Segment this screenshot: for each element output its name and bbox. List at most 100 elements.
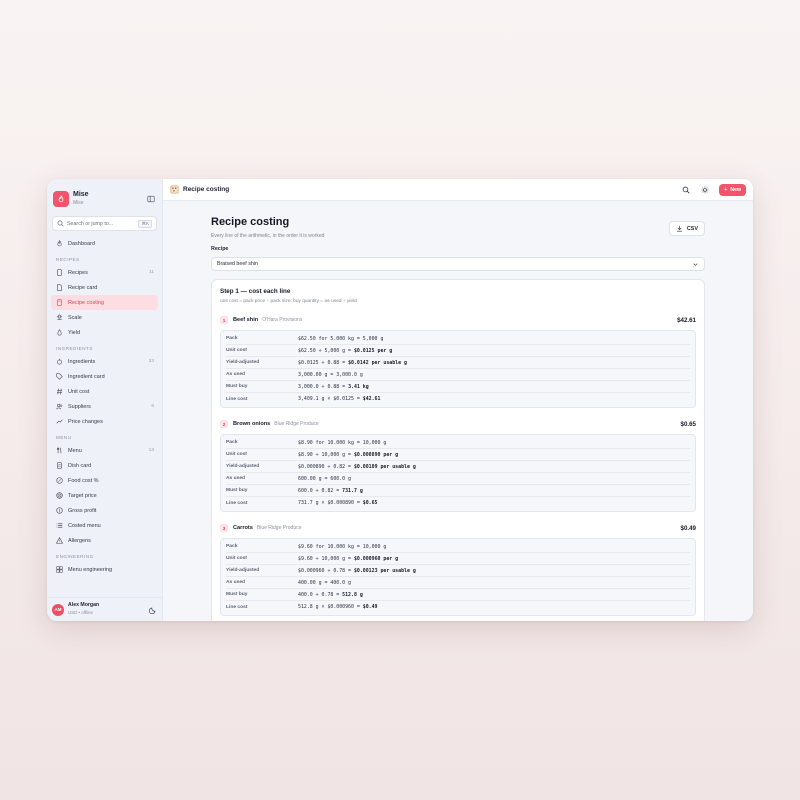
line-number-badge: 1	[220, 316, 228, 324]
search-input[interactable]: Search or jump to... ⌘K	[52, 216, 157, 231]
calc-expression: 512.8 g × $0.000960 = $0.49	[298, 604, 378, 610]
users-icon	[55, 402, 64, 411]
step-card: Step 1 — cost each line unit cost = pack…	[211, 279, 705, 621]
sidebar-item-allergens[interactable]: Allergens	[51, 533, 158, 548]
sidebar-item-costed-menu[interactable]: Costed menu	[51, 518, 158, 533]
sidebar-item-count: 6	[151, 404, 154, 409]
calc-label: As used	[226, 372, 246, 377]
new-button[interactable]: + New	[719, 183, 746, 196]
sidebar-item-target-price[interactable]: Target price	[51, 488, 158, 503]
line-number-badge: 2	[220, 420, 228, 428]
sidebar-item-recipe-costing[interactable]: Recipe costing	[51, 295, 158, 310]
sidebar-item-scale[interactable]: Scale	[51, 310, 158, 325]
calc-label: Pack	[226, 544, 238, 549]
ingredient-line: 2 Brown onions Blue Ridge Produce $0.65 …	[220, 419, 696, 512]
tag-icon	[55, 372, 64, 381]
sidebar-item-ingredient-card[interactable]: Ingredient card	[51, 369, 158, 384]
ingredient-name: Carrots	[233, 525, 253, 531]
calc-label: Pack	[226, 440, 238, 445]
theme-toggle-button[interactable]	[148, 605, 157, 614]
line-total: $0.49	[680, 524, 696, 532]
line-number-badge: 3	[220, 524, 228, 532]
calc-expression: $62.50 ÷ 5,000 g = $0.0125 per g	[298, 347, 393, 354]
search-shortcut: ⌘K	[138, 219, 152, 228]
app-logo[interactable]	[53, 191, 69, 207]
calc-row: As used 3,000.00 g = 3,000.0 g	[226, 369, 690, 381]
csv-export-button[interactable]: CSV	[668, 221, 705, 236]
calc-row: Line cost 512.8 g × $0.000960 = $0.49	[226, 601, 690, 613]
calc-expression: 600.0 ÷ 0.82 = 731.7 g	[298, 487, 363, 494]
calc-row: Yield-adjusted $0.000890 ÷ 0.82 = $0.0010…	[226, 461, 690, 473]
calc-label: As used	[226, 476, 246, 481]
search-button[interactable]	[681, 185, 691, 195]
user-panel[interactable]: AM Alex Morgan USD • offline	[47, 597, 162, 621]
calc-label: Must buy	[226, 488, 248, 493]
recipe-field-label: Recipe	[211, 246, 229, 252]
sidebar-item-label: Recipe card	[68, 284, 98, 291]
recipe-select[interactable]: Braised beef shin	[211, 257, 705, 271]
user-meta: USD • offline	[68, 610, 93, 616]
file-icon	[55, 268, 64, 277]
calc-row: Pack $9.60 for 10.000 kg = 10,000 g	[226, 541, 690, 553]
sidebar-item-label: Allergens	[68, 537, 91, 544]
utensils-icon	[55, 446, 64, 455]
page-header: Recipe costing Every line of the arithme…	[211, 216, 705, 239]
ingredient-name: Beef shin	[233, 317, 259, 323]
sidebar-item-count: 13	[148, 448, 154, 453]
calc-label: Yield-adjusted	[226, 360, 260, 365]
sidebar-item-yield[interactable]: Yield	[51, 325, 158, 340]
supplier-name: Blue Ridge Produce	[274, 421, 319, 427]
page-content: Recipe costing Every line of the arithme…	[163, 201, 753, 621]
sidebar-item-label: Suppliers	[68, 403, 91, 410]
sidebar-item-ingredients[interactable]: Ingredients 33	[51, 354, 158, 369]
sidebar-item-price-changes[interactable]: Price changes	[51, 414, 158, 429]
sidebar-item-count: 11	[149, 270, 154, 275]
calc-expression: $0.000960 ÷ 0.78 = $0.00123 per usable g	[298, 567, 416, 574]
calc-row: Yield-adjusted $0.000960 ÷ 0.78 = $0.0012…	[226, 565, 690, 577]
warning-icon	[55, 536, 64, 545]
calc-row: Yield-adjusted $0.0125 ÷ 0.88 = $0.0142 p…	[226, 357, 690, 369]
calc-expression: $62.50 for 5.000 kg = 5,000 g	[298, 335, 384, 342]
sidebar-item-suppliers[interactable]: Suppliers 6	[51, 399, 158, 414]
calc-label: Yield-adjusted	[226, 568, 260, 573]
sidebar-item-recipe-card[interactable]: Recipe card	[51, 280, 158, 295]
new-button-label: New	[730, 186, 741, 193]
sidebar-item-dashboard[interactable]: Dashboard	[51, 236, 158, 251]
calc-table: Pack $62.50 for 5.000 kg = 5,000 g Unit c…	[220, 330, 696, 408]
percent-icon	[55, 476, 64, 485]
collapse-sidebar-button[interactable]	[146, 194, 156, 204]
calculator-icon	[55, 298, 64, 307]
sidebar-item-dish-card[interactable]: Dish card	[51, 458, 158, 473]
topbar-actions: + New	[681, 183, 746, 196]
calc-label: Unit cost	[226, 556, 247, 561]
calc-expression: $9.60 for 10.000 kg = 10,000 g	[298, 543, 387, 550]
sidebar-item-unit-cost[interactable]: Unit cost	[51, 384, 158, 399]
search-icon	[682, 186, 690, 193]
theme-button[interactable]	[700, 185, 710, 195]
list-icon	[55, 521, 64, 530]
target-icon	[55, 491, 64, 500]
ingredient-line: 3 Carrots Blue Ridge Produce $0.49 Pack $…	[220, 523, 696, 616]
sidebar-item-label: Food cost %	[68, 477, 99, 484]
ingredient-line-header: 2 Brown onions Blue Ridge Produce $0.65	[220, 419, 696, 429]
section-label-recipes: RECIPES	[56, 257, 80, 262]
calc-row: As used 400.00 g = 400.0 g	[226, 577, 690, 589]
flame-icon	[55, 239, 64, 248]
calc-row: Line cost 731.7 g × $0.000890 = $0.65	[226, 497, 690, 509]
sidebar-item-gross-profit[interactable]: Gross profit	[51, 503, 158, 518]
app-subtitle: Mise	[73, 200, 84, 207]
ingredient-line-header: 3 Carrots Blue Ridge Produce $0.49	[220, 523, 696, 533]
sidebar-item-menu[interactable]: Menu 13	[51, 443, 158, 458]
calc-label: Pack	[226, 336, 238, 341]
sidebar-item-recipes[interactable]: Recipes 11	[51, 265, 158, 280]
sidebar-item-label: Recipe costing	[68, 299, 105, 306]
trend-icon	[55, 417, 64, 426]
calc-expression: 600.00 g = 600.0 g	[298, 475, 351, 482]
calc-expression: $9.60 ÷ 10,000 g = $0.000960 per g	[298, 555, 399, 562]
calc-row: Must buy 3,000.0 ÷ 0.88 = 3.41 kg	[226, 381, 690, 393]
sidebar-item-food-cost[interactable]: Food cost %	[51, 473, 158, 488]
sidebar-item-menu-engineering[interactable]: Menu engineering	[51, 562, 158, 577]
calc-table: Pack $9.60 for 10.000 kg = 10,000 g Unit …	[220, 538, 696, 616]
calc-expression: 3,409.1 g × $0.0125 = $42.61	[298, 396, 381, 402]
search-placeholder: Search or jump to...	[67, 220, 114, 227]
